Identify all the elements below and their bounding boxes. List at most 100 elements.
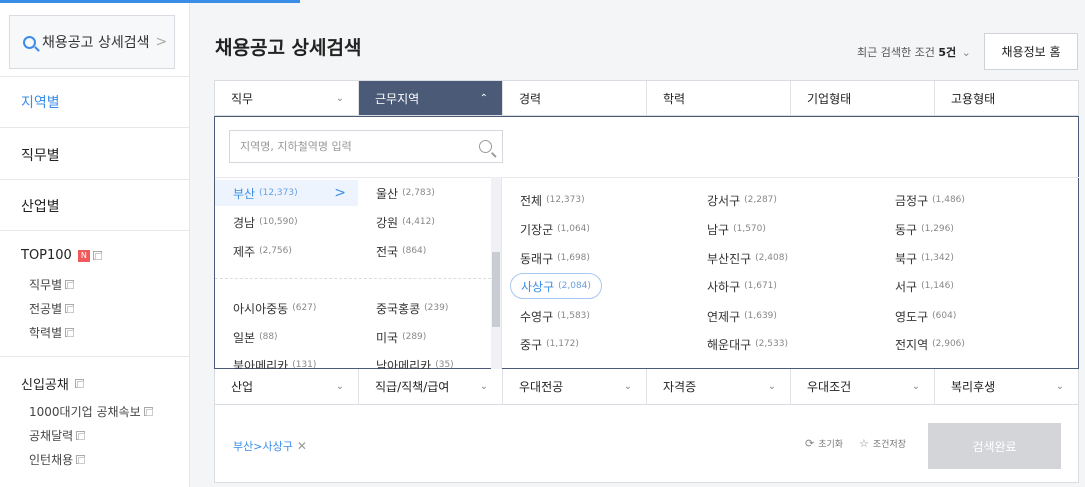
region-item[interactable]: 남아메리카 (35) bbox=[376, 352, 454, 370]
tab-certificate[interactable]: 자격증 ⌄ bbox=[647, 369, 791, 404]
region-search-input[interactable] bbox=[240, 140, 479, 153]
district-item[interactable]: 연제구 (1,639) bbox=[707, 303, 777, 329]
divider bbox=[0, 230, 189, 231]
district-name: 연제구 bbox=[707, 309, 741, 324]
selection-bar: 부산>사상구 ✕ ⟳ 초기화 ☆ 조건저장 검색완료 bbox=[214, 405, 1079, 483]
district-item[interactable]: 남구 (1,570) bbox=[707, 216, 766, 242]
region-item[interactable]: 일본 (88) bbox=[233, 324, 278, 350]
district-item[interactable]: 전지역 (2,906) bbox=[895, 331, 965, 357]
reset-button[interactable]: ⟳ 초기화 bbox=[805, 437, 843, 450]
district-item[interactable]: 기장군 (1,064) bbox=[520, 216, 590, 242]
sidebar-item-industry[interactable]: 산업별 bbox=[21, 196, 60, 216]
new-window-icon bbox=[76, 455, 86, 464]
district-item[interactable]: 북구 (1,342) bbox=[895, 245, 954, 271]
region-list: 부산 (12,373) > 울산 (2,783) 경남 (10,590) 강원 (4,4… bbox=[215, 177, 501, 369]
tab-preferred-conditions[interactable]: 우대조건 ⌄ bbox=[791, 369, 935, 404]
save-condition-button[interactable]: ☆ 조건저장 bbox=[859, 437, 906, 450]
tab-company-type[interactable]: 기업형태 bbox=[791, 81, 935, 115]
tab-label: 학력 bbox=[663, 91, 686, 106]
sidebar-search-button[interactable]: 채용공고 상세검색 > bbox=[9, 15, 175, 69]
region-item[interactable]: 경남 (10,590) bbox=[233, 209, 298, 235]
tab-education[interactable]: 학력 bbox=[647, 81, 791, 115]
region-item[interactable]: 전국 (864) bbox=[376, 238, 426, 264]
tab-job[interactable]: 직무 ⌄ bbox=[215, 81, 359, 115]
region-item[interactable]: 울산 (2,783) bbox=[376, 180, 435, 206]
district-item[interactable]: 동구 (1,296) bbox=[895, 216, 954, 242]
region-name: 중국홍콩 bbox=[376, 301, 421, 316]
job-home-button[interactable]: 채용정보 홈 bbox=[984, 33, 1078, 70]
search-complete-button[interactable]: 검색완료 bbox=[928, 423, 1061, 469]
region-count: (35) bbox=[435, 360, 454, 369]
district-name: 사하구 bbox=[707, 279, 741, 294]
recent-search-dropdown[interactable]: 최근 검색한 조건 5건 ⌄ bbox=[857, 44, 971, 60]
sidebar-item-region[interactable]: 지역별 bbox=[21, 92, 60, 112]
chevron-right-icon: > bbox=[334, 185, 346, 201]
district-item[interactable]: 강서구 (2,287) bbox=[707, 187, 777, 213]
tab-industry[interactable]: 산업 ⌄ bbox=[215, 369, 359, 404]
district-name: 전지역 bbox=[895, 337, 929, 352]
tab-label: 산업 bbox=[231, 380, 254, 394]
tab-label: 경력 bbox=[519, 91, 542, 106]
tab-position-salary[interactable]: 직급/직책/급여 ⌄ bbox=[359, 369, 503, 404]
region-item[interactable]: 아시아중동 (627) bbox=[233, 295, 316, 321]
close-icon[interactable]: ✕ bbox=[297, 439, 307, 453]
region-item[interactable]: 제주 (2,756) bbox=[233, 238, 292, 264]
region-count: (2,756) bbox=[259, 246, 292, 256]
sub-label: 인턴채용 bbox=[29, 453, 74, 467]
district-item[interactable]: 금정구 (1,486) bbox=[895, 187, 965, 213]
sidebar-item-newgrad[interactable]: 신입공채 bbox=[21, 374, 84, 393]
chevron-down-icon: ⌄ bbox=[479, 381, 488, 392]
sidebar-item-top100[interactable]: TOP100 N bbox=[21, 248, 102, 263]
tab-preferred-major[interactable]: 우대전공 ⌄ bbox=[503, 369, 647, 404]
district-name: 영도구 bbox=[895, 309, 929, 324]
sidebar-sub-item[interactable]: 전공별 bbox=[29, 300, 75, 317]
tab-employment-type[interactable]: 고용형태 bbox=[935, 81, 1078, 115]
region-name: 부산 bbox=[233, 186, 256, 201]
chevron-down-icon: ⌄ bbox=[961, 46, 971, 59]
region-scrollbar-thumb[interactable] bbox=[492, 252, 500, 327]
chevron-up-icon: ⌃ bbox=[479, 92, 488, 104]
district-name: 수영구 bbox=[520, 309, 554, 324]
tab-label: 기업형태 bbox=[807, 91, 852, 106]
search-icon[interactable] bbox=[479, 140, 492, 153]
district-item[interactable]: 동래구 (1,698) bbox=[520, 245, 590, 271]
sidebar-sub-item[interactable]: 공채달력 bbox=[29, 427, 86, 444]
district-name: 서구 bbox=[895, 279, 918, 294]
region-item[interactable]: 강원 (4,412) bbox=[376, 209, 435, 235]
region-count: (239) bbox=[424, 303, 449, 313]
sidebar: 채용공고 상세검색 > 지역별 직무별 산업별 TOP100 N 직무별 전공별… bbox=[0, 3, 190, 487]
tab-benefits[interactable]: 복리후생 ⌄ bbox=[935, 369, 1078, 404]
district-item[interactable]: 전체 (12,373) bbox=[520, 187, 585, 213]
district-item-selected[interactable]: 사상구 (2,084) bbox=[510, 273, 602, 299]
sidebar-sub-item[interactable]: 직무별 bbox=[29, 276, 75, 293]
district-item[interactable]: 서구 (1,146) bbox=[895, 273, 954, 299]
region-count: (2,783) bbox=[402, 188, 435, 198]
region-item[interactable]: 미국 (289) bbox=[376, 324, 426, 350]
district-item[interactable]: 중구 (1,172) bbox=[520, 331, 579, 357]
district-item[interactable]: 사하구 (1,671) bbox=[707, 273, 777, 299]
district-item[interactable]: 부산진구 (2,408) bbox=[707, 245, 788, 271]
region-item[interactable]: 북아메리카 (131) bbox=[233, 352, 317, 370]
sidebar-search-label: 채용공고 상세검색 bbox=[42, 35, 150, 51]
selected-condition-chip[interactable]: 부산>사상구 ✕ bbox=[233, 438, 307, 454]
sidebar-item-job[interactable]: 직무별 bbox=[21, 145, 60, 165]
star-icon: ☆ bbox=[859, 437, 869, 450]
district-item[interactable]: 영도구 (604) bbox=[895, 303, 956, 329]
district-item[interactable]: 해운대구 (2,533) bbox=[707, 331, 788, 357]
chevron-right-icon: > bbox=[155, 34, 168, 50]
region-item-busan[interactable]: 부산 (12,373) > bbox=[215, 180, 358, 206]
region-count: (12,373) bbox=[259, 188, 298, 198]
district-name: 남구 bbox=[707, 222, 730, 237]
sidebar-sub-item[interactable]: 인턴채용 bbox=[29, 451, 86, 468]
tab-work-region[interactable]: 근무지역 ⌃ bbox=[359, 81, 503, 115]
region-count: (131) bbox=[292, 360, 317, 369]
region-name: 남아메리카 bbox=[376, 358, 432, 370]
tab-career[interactable]: 경력 bbox=[503, 81, 647, 115]
region-name: 강원 bbox=[376, 215, 399, 230]
sidebar-sub-item[interactable]: 학력별 bbox=[29, 324, 75, 341]
district-count: (1,342) bbox=[921, 253, 954, 263]
region-item[interactable]: 중국홍콩 (239) bbox=[376, 295, 448, 321]
district-item[interactable]: 수영구 (1,583) bbox=[520, 303, 590, 329]
sub-label: 직무별 bbox=[29, 278, 63, 292]
sidebar-sub-item[interactable]: 1000대기업 공채속보 bbox=[29, 403, 153, 420]
